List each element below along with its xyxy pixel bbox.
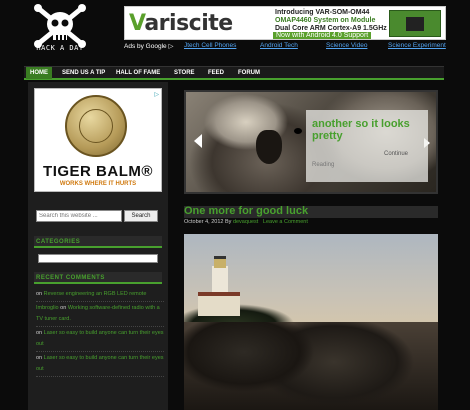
- main-nav: HOME SEND US A TIP HALL OF FAME STORE FE…: [24, 66, 444, 80]
- site-header: HACK A DAY Variscite Introducing VAR-SOM…: [0, 0, 470, 60]
- ad-brand: Variscite: [129, 11, 233, 36]
- slide-title[interactable]: another so it looks pretty: [312, 118, 422, 142]
- comment-on: on: [36, 355, 44, 361]
- circuit-board-image: [389, 10, 441, 37]
- featured-slider[interactable]: another so it looks pretty Continue Read…: [184, 90, 438, 194]
- comment-on: on: [58, 305, 68, 311]
- post-meta: October 4, 2012 By devaquest Leave a Com…: [184, 219, 308, 225]
- slide-continue-link[interactable]: Continue: [384, 151, 408, 157]
- koala-nose: [256, 130, 282, 164]
- ad-choices-icon[interactable]: ▷: [154, 91, 159, 98]
- ad-line-2: OMAP4460 System on Module: [275, 17, 376, 24]
- recent-comments-heading: RECENT COMMENTS: [34, 272, 162, 284]
- lighthouse-lamp: [214, 256, 226, 268]
- search-button[interactable]: Search: [124, 210, 158, 222]
- logo-text[interactable]: HACK A DAY: [30, 44, 90, 52]
- main-content: another so it looks pretty Continue Read…: [178, 82, 444, 410]
- recent-comments-list: on Reverse engineering an RGB LED remote…: [36, 288, 164, 377]
- lighthouse-house: [198, 292, 240, 316]
- ad-link[interactable]: Jtech Cell Phones: [184, 42, 236, 49]
- post-author-link[interactable]: devaquest: [233, 219, 258, 225]
- comment-on: on: [36, 330, 44, 336]
- ad-line-3: Dual Core ARM Cortex-A9 1.5GHz: [275, 25, 387, 32]
- ad-link[interactable]: Android Tech: [260, 42, 298, 49]
- tiger-balm-ad[interactable]: ▷ TIGER BALM® WORKS WHERE IT HURTS: [34, 88, 162, 192]
- ad-brand: TIGER BALM®: [43, 163, 153, 180]
- list-item: on Reverse engineering an RGB LED remote: [36, 288, 164, 302]
- ad-line-1: Introducing VAR-SOM-OM44: [275, 9, 370, 16]
- nav-item-hall-of-fame[interactable]: HALL OF FAME: [112, 67, 164, 79]
- categories-heading: CATEGORIES: [34, 236, 162, 248]
- nav-item-home[interactable]: HOME: [26, 67, 52, 79]
- post-title-bar: One more for good luck: [184, 205, 438, 218]
- comment-author[interactable]: Imbroglio: [36, 305, 59, 311]
- comment-post-link[interactable]: Reverse engineering an RGB LED remote: [44, 291, 147, 297]
- cliffs: [184, 322, 438, 410]
- lighthouse-image[interactable]: [184, 234, 438, 410]
- ads-by-google[interactable]: Ads by Google ▷: [124, 42, 173, 50]
- list-item: on Laser so easy to build anyone can tur…: [36, 352, 164, 377]
- categories-select[interactable]: [38, 254, 158, 263]
- nav-item-feed[interactable]: FEED: [204, 67, 228, 79]
- nav-item-forum[interactable]: FORUM: [234, 67, 264, 79]
- comment-on: on: [36, 291, 44, 297]
- post-title[interactable]: One more for good luck: [184, 205, 308, 218]
- leave-comment-link[interactable]: Leave a Comment: [263, 219, 308, 225]
- nav-item-send-tip[interactable]: SEND US A TIP: [58, 67, 109, 79]
- prev-arrow-icon[interactable]: [194, 134, 202, 148]
- slide-read-link[interactable]: Reading: [312, 162, 334, 168]
- ad-line-4: Now with Android 4.0 Support: [273, 32, 372, 39]
- search-form: Search: [36, 210, 160, 224]
- post-by: By: [224, 219, 232, 225]
- ad-tagline: WORKS WHERE IT HURTS: [59, 181, 137, 187]
- ad-links-bar: Ads by Google ▷ Jtech Cell Phones Androi…: [124, 42, 470, 52]
- koala-eye: [294, 128, 302, 134]
- slide-caption: another so it looks pretty Continue Read…: [306, 110, 428, 182]
- comment-post-link[interactable]: Laser so easy to build anyone can turn t…: [36, 330, 164, 347]
- comment-post-link[interactable]: Laser so easy to build anyone can turn t…: [36, 355, 164, 372]
- variscite-ad-banner[interactable]: Variscite Introducing VAR-SOM-OM44 OMAP4…: [124, 6, 446, 40]
- nav-item-store[interactable]: STORE: [170, 67, 199, 79]
- search-input[interactable]: [36, 210, 122, 222]
- list-item: on Laser so easy to build anyone can tur…: [36, 327, 164, 352]
- ad-link[interactable]: Science Experiment: [388, 42, 446, 49]
- post-date: October 4, 2012: [184, 219, 224, 225]
- ad-link[interactable]: Science Video: [326, 42, 367, 49]
- list-item: Imbroglio on Working software-defined ra…: [36, 302, 164, 327]
- tiger-balm-tin-image: [65, 95, 127, 157]
- sidebar: ▷ TIGER BALM® WORKS WHERE IT HURTS Searc…: [28, 82, 168, 410]
